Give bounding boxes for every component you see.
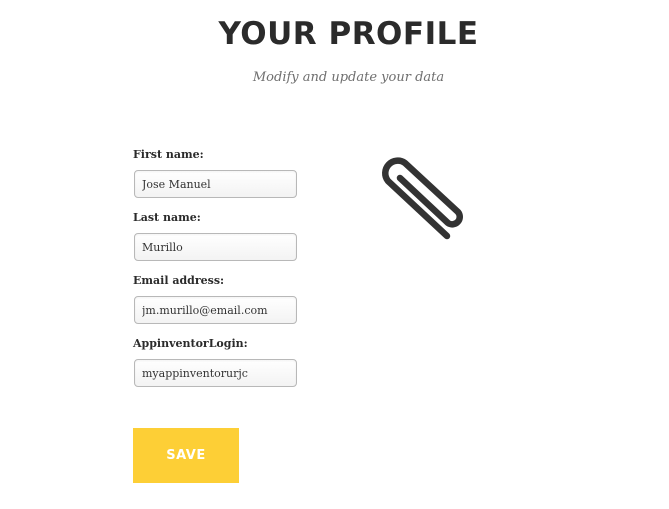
first-name-label: First name:: [133, 148, 204, 161]
page-title: YOUR PROFILE: [218, 16, 479, 52]
first-name-field-group: First name:: [133, 148, 297, 198]
email-field-group: Email address:: [133, 274, 297, 324]
appinventor-login-input[interactable]: [134, 359, 297, 387]
email-input[interactable]: [134, 296, 297, 324]
last-name-field-group: Last name:: [133, 211, 297, 261]
first-name-input[interactable]: [134, 170, 297, 198]
appinventor-login-label: AppinventorLogin:: [133, 337, 248, 350]
appinventor-login-field-group: AppinventorLogin:: [133, 337, 297, 387]
email-label: Email address:: [133, 274, 225, 287]
save-button[interactable]: SAVE: [133, 428, 239, 483]
last-name-input[interactable]: [134, 233, 297, 261]
paperclip-icon: [382, 157, 463, 240]
page-subtitle: Modify and update your data: [252, 70, 445, 85]
last-name-label: Last name:: [133, 211, 201, 224]
